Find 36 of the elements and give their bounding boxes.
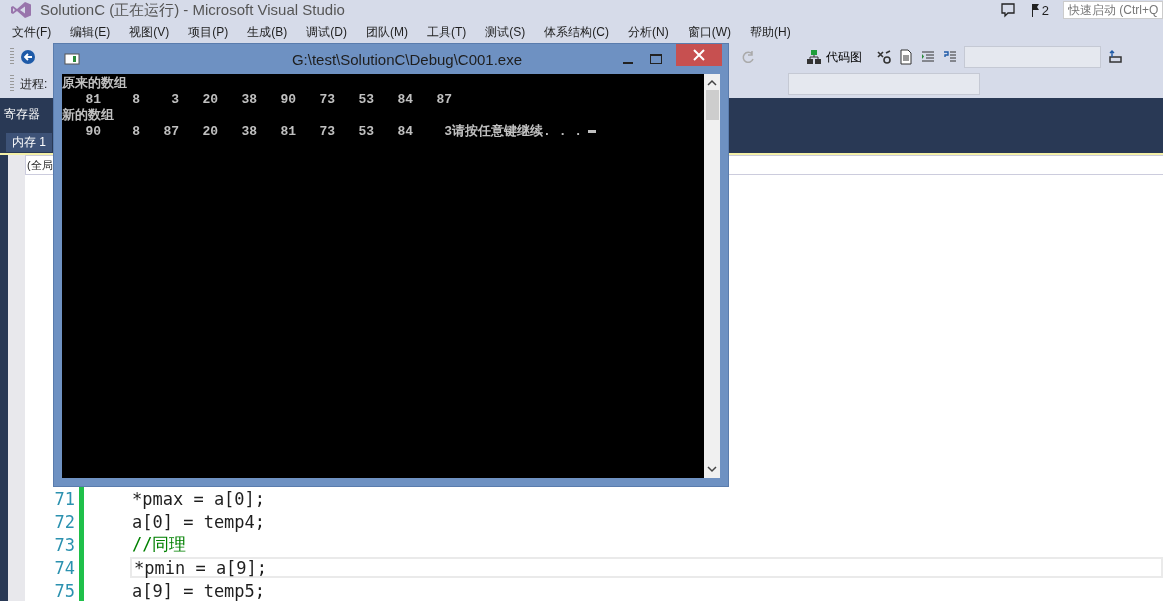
menu-item[interactable]: 分析(N) (620, 23, 677, 41)
menu-item[interactable]: 文件(F) (4, 23, 60, 41)
code-line: *pmax = a[0]; (132, 488, 266, 509)
console-output-line: 90 8 87 20 38 81 73 53 84 3请按任意键继续. . . (84, 124, 583, 139)
menu-item[interactable]: 调试(D) (298, 23, 355, 41)
menu-item[interactable]: 生成(B) (239, 23, 296, 41)
quick-launch-field[interactable]: 快速启动 (Ctrl+Q (1063, 1, 1163, 19)
line-number: 74 (53, 557, 76, 578)
console-output-line: 原来的数组 (62, 76, 127, 91)
notification-count: 2 (1041, 2, 1049, 18)
code-line: a[9] = temp5; (132, 580, 266, 601)
menu-item[interactable]: 测试(S) (477, 23, 534, 41)
window-title: SolutionC (正在运行) - Microsoft Visual Studio (40, 0, 345, 20)
menu-item[interactable]: 窗口(W) (679, 23, 739, 41)
code-comment: //同理 (132, 533, 187, 556)
menu-item[interactable]: 编辑(E) (62, 23, 119, 41)
code-line: a[0] = temp4; (132, 511, 266, 532)
line-number: 72 (53, 511, 76, 532)
process-label: 进程: (20, 75, 48, 93)
menu-item[interactable]: 工具(T) (419, 23, 475, 41)
memory-tab[interactable]: 内存 1 (6, 133, 52, 152)
console-output-line: 81 8 3 20 38 90 73 53 84 87 (84, 92, 453, 107)
scope-dropdown[interactable]: (全局 (25, 156, 52, 174)
menu-item[interactable]: 视图(V) (121, 23, 178, 41)
menu-item[interactable]: 项目(P) (180, 23, 237, 41)
menu-item[interactable]: 团队(M) (358, 23, 416, 41)
console-title: G:\test\SolutionC\Debug\C001.exe (290, 50, 524, 68)
code-line: *pmin = a[9]; (134, 557, 268, 578)
menu-item[interactable]: 帮助(H) (742, 23, 799, 41)
line-number: 75 (53, 580, 76, 601)
code-map-button[interactable]: 代码图 (806, 48, 862, 66)
console-output-line: 新的数组 (62, 108, 114, 123)
line-number: 71 (53, 488, 76, 509)
line-number: 73 (53, 534, 76, 555)
menu-item[interactable]: 体系结构(C) (536, 23, 617, 41)
registers-tab[interactable]: 寄存器 (4, 106, 40, 123)
